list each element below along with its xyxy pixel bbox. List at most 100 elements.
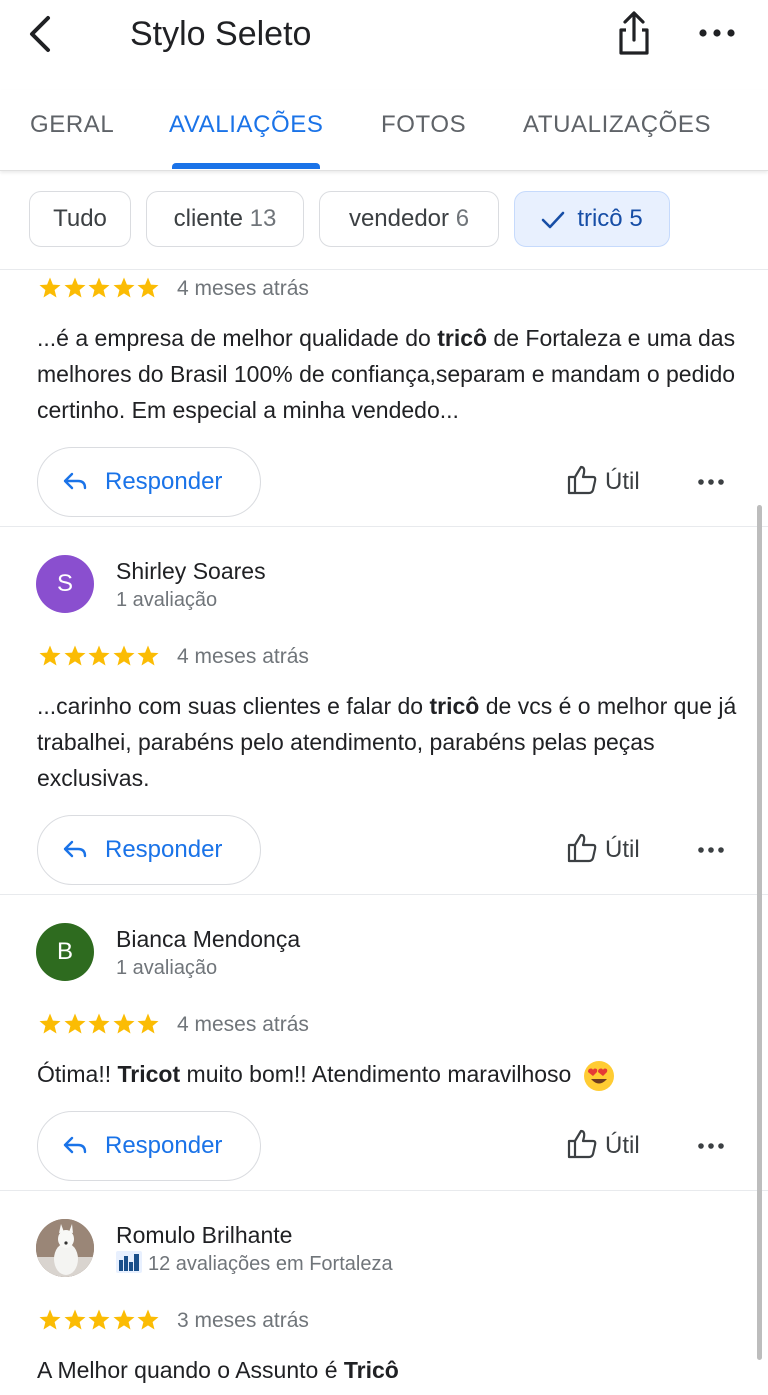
share-button[interactable] [612, 10, 656, 58]
avatar[interactable]: S [36, 555, 94, 613]
star-icon [88, 645, 110, 666]
star-icon [64, 1309, 85, 1330]
star-icon [64, 645, 85, 666]
reply-arrow-icon [63, 1136, 87, 1154]
checkmark-icon [542, 211, 565, 228]
star-icon [64, 1013, 85, 1034]
star-icon [88, 1309, 110, 1330]
filter-chip-label: vendedor [348, 205, 450, 232]
star-icon [88, 1013, 110, 1034]
filter-chip-tudo[interactable]: Tudo [29, 191, 131, 247]
star-icon [113, 1309, 134, 1330]
useful-button[interactable]: Útil [566, 830, 656, 870]
filter-chip-label: cliente [173, 205, 243, 232]
star-icon [113, 277, 134, 298]
review-more-button[interactable] [694, 1136, 728, 1156]
share-icon [619, 11, 649, 55]
heart-eyes-emoji-icon [584, 1060, 615, 1091]
reply-arrow-icon [63, 840, 87, 858]
review-time: 4 meses atrás [177, 277, 309, 300]
star-icon [39, 645, 61, 666]
useful-button[interactable]: Útil [566, 1126, 656, 1166]
review-more-button[interactable] [694, 840, 728, 860]
more-horizontal-icon [698, 1143, 724, 1149]
star-icon [88, 277, 110, 298]
filter-chip-label: tricô [577, 205, 623, 232]
reviewer-meta: 12 avaliações em Fortaleza [116, 1251, 393, 1277]
reviewer-name[interactable]: Romulo Brilhante [116, 1220, 292, 1250]
star-icon [64, 277, 85, 298]
divider [0, 894, 768, 895]
star-icon [39, 1013, 61, 1034]
star-icon [137, 277, 159, 298]
star-rating [38, 276, 161, 302]
more-horizontal-icon [698, 847, 724, 853]
back-arrow-icon [30, 16, 50, 52]
tab-fotos[interactable]: FOTOS [381, 108, 466, 142]
useful-label: Útil [605, 836, 640, 863]
reply-button[interactable]: Responder [37, 1111, 261, 1181]
divider [0, 1190, 768, 1191]
local-guide-badge-icon [116, 1251, 142, 1273]
star-icon [137, 1013, 159, 1034]
useful-button[interactable]: Útil [566, 462, 656, 502]
reviewer-meta: 1 avaliação [116, 957, 218, 979]
filter-chip-vendedor[interactable]: vendedor 6 [319, 191, 499, 247]
divider [0, 269, 768, 270]
review-text[interactable]: ...carinho com suas clientes e falar do … [37, 688, 737, 796]
active-tab-indicator [172, 163, 320, 169]
star-icon [137, 645, 159, 666]
filter-chip-label: Tudo [53, 205, 107, 232]
more-horizontal-icon [699, 29, 735, 37]
filter-chip-count: 6 [455, 205, 470, 232]
star-icon [39, 277, 61, 298]
dog-photo-icon [36, 1219, 94, 1277]
tab-bar: GERAL AVALIAÇÕES FOTOS ATUALIZAÇÕES [0, 90, 768, 171]
review-time: 4 meses atrás [177, 645, 309, 668]
star-rating [38, 1012, 161, 1038]
filter-chip-count: 13 [249, 205, 277, 232]
reviewer-name[interactable]: Shirley Soares [116, 556, 266, 586]
filter-chip-count: 5 [629, 205, 643, 232]
tab-geral[interactable]: GERAL [30, 108, 114, 142]
reply-arrow-icon [63, 472, 87, 490]
back-button[interactable] [22, 12, 62, 56]
star-icon [137, 1309, 159, 1330]
star-icon [39, 1309, 61, 1330]
star-rating [38, 1308, 161, 1334]
avatar[interactable] [36, 1219, 94, 1277]
more-horizontal-icon [698, 479, 724, 485]
review-text[interactable]: Ótima!! Tricot muito bom!! Atendimento m… [37, 1056, 737, 1092]
tab-atualizacoes[interactable]: ATUALIZAÇÕES [523, 108, 711, 142]
filter-chip-trico[interactable]: tricô 5 [514, 191, 670, 247]
star-icon [113, 1013, 134, 1034]
page-title: Stylo Seleto [130, 15, 312, 53]
star-rating [38, 644, 161, 670]
scrollbar[interactable] [757, 505, 762, 1360]
reply-label: Responder [105, 1132, 223, 1159]
app-header: Stylo Seleto [0, 0, 768, 70]
reply-button[interactable]: Responder [37, 447, 261, 517]
star-icon [113, 645, 134, 666]
avatar[interactable]: B [36, 923, 94, 981]
review-time: 4 meses atrás [177, 1013, 309, 1036]
thumbs-up-icon [567, 465, 597, 495]
reviewer-meta-text: 12 avaliações em Fortaleza [148, 1253, 393, 1275]
reply-label: Responder [105, 468, 223, 495]
divider [0, 526, 768, 527]
reply-button[interactable]: Responder [37, 815, 261, 885]
review-text[interactable]: ...é a empresa de melhor qualidade do tr… [37, 320, 737, 428]
review-time: 3 meses atrás [177, 1309, 309, 1332]
thumbs-up-icon [567, 833, 597, 863]
reviewer-name[interactable]: Bianca Mendonça [116, 924, 300, 954]
more-options-button[interactable] [694, 16, 740, 50]
tab-avaliacoes[interactable]: AVALIAÇÕES [169, 108, 324, 142]
useful-label: Útil [605, 468, 640, 495]
useful-label: Útil [605, 1132, 640, 1159]
filter-chip-cliente[interactable]: cliente 13 [146, 191, 304, 247]
reply-label: Responder [105, 836, 223, 863]
reviewer-meta: 1 avaliação [116, 589, 218, 611]
thumbs-up-icon [567, 1129, 597, 1159]
review-text[interactable]: A Melhor quando o Assunto é Tricô [37, 1352, 737, 1388]
review-more-button[interactable] [694, 472, 728, 492]
